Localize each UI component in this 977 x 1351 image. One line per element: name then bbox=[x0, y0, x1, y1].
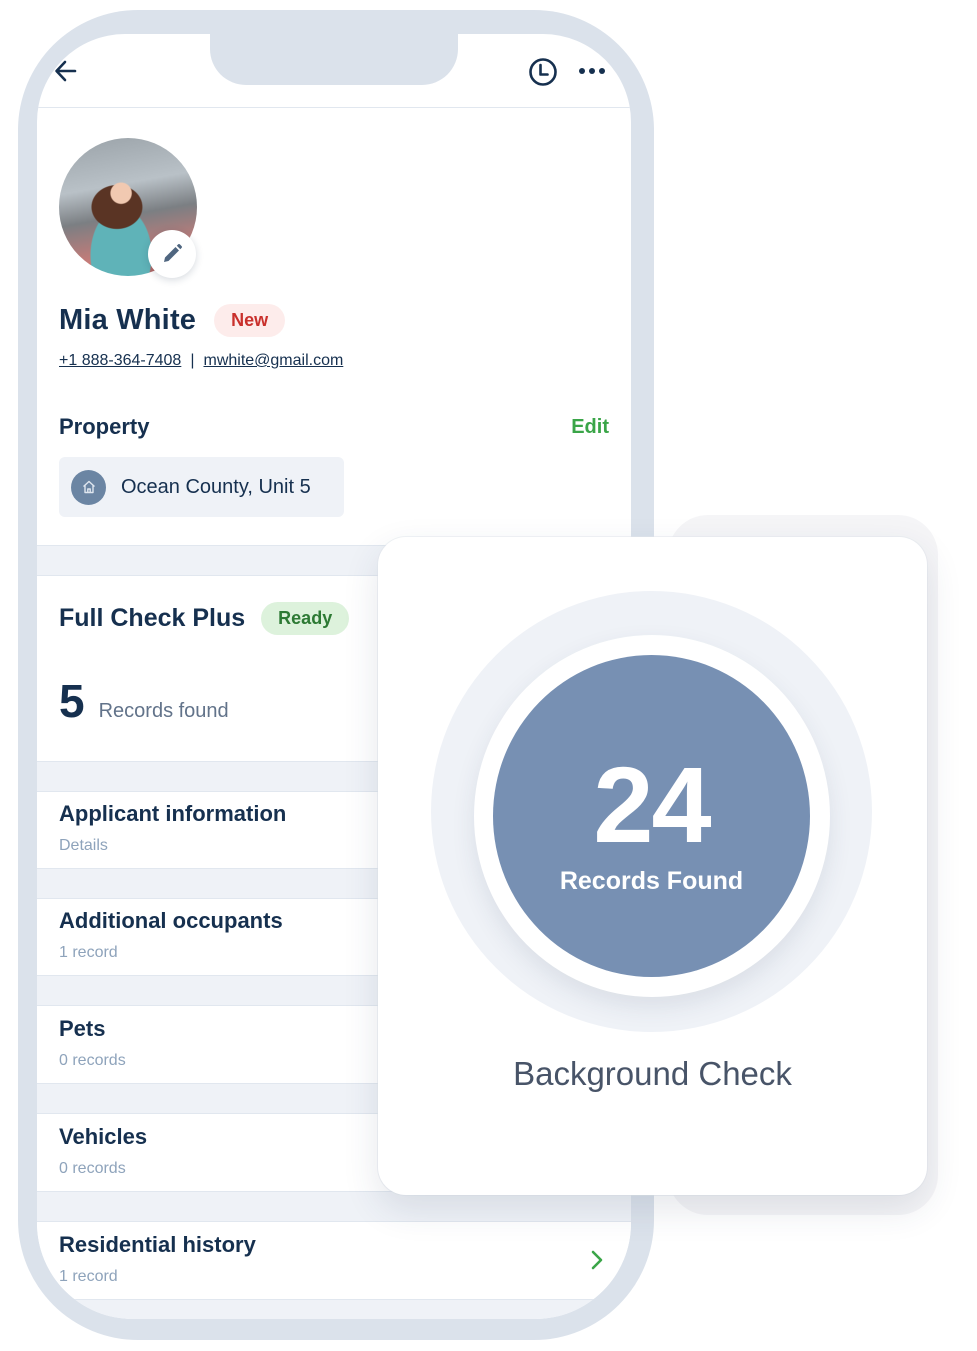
contact-separator: | bbox=[190, 352, 195, 369]
list-item-residential-history[interactable]: Residential history 1 record bbox=[37, 1222, 631, 1299]
section-divider bbox=[37, 1191, 631, 1222]
pencil-icon bbox=[164, 243, 183, 262]
status-badge-new: New bbox=[214, 304, 286, 337]
list-item-subtitle: 1 record bbox=[59, 1268, 118, 1285]
check-title: Full Check Plus bbox=[59, 604, 246, 632]
list-item-subtitle: Details bbox=[59, 837, 108, 854]
phone-notch bbox=[210, 34, 458, 85]
home-icon bbox=[82, 480, 95, 494]
records-circle: 24 Records Found bbox=[493, 655, 810, 977]
total-records-label: Records Found bbox=[559, 866, 744, 895]
contact-row: +1 888-364-7408 | mwhite@gmail.com bbox=[59, 352, 343, 370]
list-item-subtitle: 1 record bbox=[59, 944, 118, 961]
back-button[interactable] bbox=[51, 56, 81, 86]
phone-link[interactable]: +1 888-364-7408 bbox=[59, 352, 181, 370]
more-options-button[interactable] bbox=[577, 56, 607, 86]
check-title-row: Full Check Plus Ready bbox=[59, 602, 350, 635]
card-title: Background Check bbox=[513, 1055, 792, 1092]
email-link[interactable]: mwhite@gmail.com bbox=[203, 352, 343, 370]
property-name: Ocean County, Unit 5 bbox=[121, 475, 311, 498]
list-item-title: Additional occupants bbox=[59, 908, 283, 933]
name-row: Mia White New bbox=[59, 304, 286, 337]
list-item-title: Pets bbox=[59, 1016, 106, 1041]
property-section-title: Property bbox=[59, 414, 150, 439]
clock-icon bbox=[529, 58, 557, 86]
status-badge-ready: Ready bbox=[261, 602, 350, 635]
records-found-row: 5 Records found bbox=[59, 674, 229, 728]
chevron-right-icon bbox=[591, 1250, 603, 1270]
list-item-title: Vehicles bbox=[59, 1124, 148, 1149]
section-divider bbox=[37, 1299, 631, 1319]
arrow-left-icon bbox=[55, 60, 77, 82]
property-chip[interactable]: Ocean County, Unit 5 bbox=[59, 457, 344, 517]
edit-property-link[interactable]: Edit bbox=[571, 416, 609, 439]
background-check-card[interactable]: 24 Records Found Background Check bbox=[378, 537, 927, 1195]
applicant-name: Mia White bbox=[59, 304, 197, 336]
records-label: Records found bbox=[98, 700, 229, 722]
edit-avatar-button[interactable] bbox=[148, 230, 196, 278]
more-horizontal-icon bbox=[579, 68, 605, 74]
list-item-title: Applicant information bbox=[59, 801, 287, 826]
list-item-title: Residential history bbox=[59, 1232, 256, 1257]
total-records-count: 24 bbox=[593, 743, 711, 865]
home-icon-badge bbox=[71, 469, 106, 505]
list-item-subtitle: 0 records bbox=[59, 1160, 126, 1177]
list-item-subtitle: 0 records bbox=[59, 1052, 126, 1069]
records-count: 5 bbox=[59, 675, 85, 727]
history-button[interactable] bbox=[527, 56, 559, 88]
